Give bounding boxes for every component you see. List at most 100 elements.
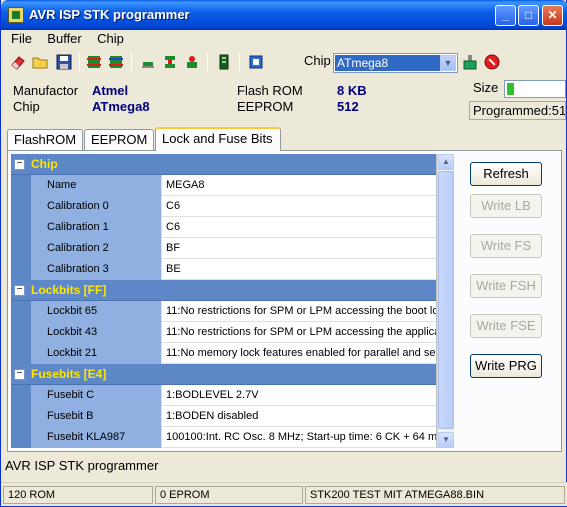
title-bar[interactable]: AVR ISP STK programmer _ □ ✕ — [1, 0, 567, 30]
status-bar: 120 ROM 0 EPROM STK200 TEST MIT ATMEGA88… — [1, 482, 567, 506]
status-file: STK200 TEST MIT ATMEGA88.BIN — [305, 486, 565, 504]
menu-chip[interactable]: Chip — [91, 30, 130, 48]
property-row[interactable]: Lockbit 65 11:No restrictions for SPM or… — [11, 301, 436, 322]
menu-bar: File Buffer Chip — [5, 30, 130, 48]
chip-read-icon[interactable] — [85, 53, 103, 71]
save-disk-icon[interactable] — [55, 53, 73, 71]
property-name: Fusebit C — [31, 385, 162, 406]
chip-write-icon[interactable] — [107, 53, 125, 71]
chip-select-value: ATmega8 — [335, 55, 440, 71]
toolbar-separator — [131, 53, 132, 71]
programmed-readout: Programmed:51 — [469, 101, 566, 120]
property-value[interactable]: BE — [163, 259, 436, 280]
chevron-down-icon[interactable]: ▼ — [440, 55, 456, 71]
tab-eeprom[interactable]: EEPROM — [84, 129, 154, 150]
property-value[interactable]: MEGA8 — [163, 175, 436, 196]
chip-erase-icon[interactable] — [183, 53, 201, 71]
status-message: AVR ISP STK programmer — [5, 458, 159, 473]
property-value[interactable]: 11:No restrictions for SPM or LPM access… — [163, 301, 436, 322]
toolbar-separator — [239, 53, 240, 71]
toolbar — [5, 52, 560, 74]
property-name: Calibration 3 — [31, 259, 162, 280]
toolbar-separator — [79, 53, 80, 71]
vertical-scrollbar[interactable]: ▲ ▼ — [437, 154, 454, 448]
property-value[interactable]: 1:BODLEVEL 2.7V — [163, 385, 436, 406]
eeprom-value: 512 — [337, 99, 359, 114]
chip-verify-icon[interactable] — [139, 53, 157, 71]
collapse-icon[interactable]: − — [14, 159, 25, 170]
chip-select[interactable]: ATmega8 ▼ — [333, 53, 458, 73]
usb-icon[interactable] — [461, 53, 479, 71]
app-icon — [8, 7, 24, 23]
property-value[interactable]: BF — [163, 238, 436, 259]
property-name: Lockbit 43 — [31, 322, 162, 343]
property-value[interactable]: 11:No memory lock features enabled for p… — [163, 343, 436, 364]
maximize-button[interactable]: □ — [518, 5, 539, 26]
scroll-up-icon[interactable]: ▲ — [438, 154, 454, 170]
status-eprom: 0 EPROM — [155, 486, 303, 504]
property-name: Lockbit 21 — [31, 343, 162, 364]
chip-label: Chip — [13, 99, 40, 114]
stop-icon[interactable] — [483, 53, 501, 71]
write-fse-button[interactable]: Write FSE — [470, 314, 542, 338]
menu-buffer[interactable]: Buffer — [41, 30, 87, 48]
property-name: Name — [31, 175, 162, 196]
category-chip[interactable]: − Chip — [11, 154, 436, 175]
menu-file[interactable]: File — [5, 30, 38, 48]
property-row[interactable]: Name MEGA8 — [11, 175, 436, 196]
refresh-button[interactable]: Refresh — [470, 162, 542, 186]
property-name: Lockbit 65 — [31, 301, 162, 322]
property-row[interactable]: Lockbit 21 11:No memory lock features en… — [11, 343, 436, 364]
manufactor-label: Manufactor — [13, 83, 79, 98]
eraser-icon[interactable] — [9, 53, 27, 71]
chip-blank-icon[interactable] — [161, 53, 179, 71]
flash-rom-value: 8 KB — [337, 83, 367, 98]
toolbar-separator — [207, 53, 208, 71]
property-name: Fusebit B — [31, 406, 162, 427]
property-value[interactable]: 100100:Int. RC Osc. 8 MHz; Start-up time… — [163, 427, 436, 448]
write-fsh-button[interactable]: Write FSH — [470, 274, 542, 298]
property-grid: − Chip Name MEGA8 Calibration 0 C6 Calib… — [11, 154, 437, 448]
open-folder-icon[interactable] — [31, 53, 49, 71]
property-value[interactable]: C6 — [163, 217, 436, 238]
category-lockbits[interactable]: − Lockbits [FF] — [11, 280, 436, 301]
tab-flashrom[interactable]: FlashROM — [7, 129, 83, 150]
scroll-thumb[interactable] — [438, 171, 454, 429]
property-row[interactable]: Fusebit C 1:BODLEVEL 2.7V — [11, 385, 436, 406]
property-row[interactable]: Calibration 1 C6 — [11, 217, 436, 238]
property-row[interactable]: Calibration 0 C6 — [11, 196, 436, 217]
close-button[interactable]: ✕ — [542, 5, 563, 26]
memory-icon[interactable] — [215, 53, 233, 71]
collapse-icon[interactable]: − — [14, 369, 25, 380]
scroll-down-icon[interactable]: ▼ — [438, 432, 454, 448]
write-lb-button[interactable]: Write LB — [470, 194, 542, 218]
window-title: AVR ISP STK programmer — [29, 7, 190, 22]
manufactor-value: Atmel — [92, 83, 129, 98]
category-title: Lockbits [FF] — [31, 283, 107, 297]
property-row[interactable]: Fusebit KLA987 100100:Int. RC Osc. 8 MHz… — [11, 427, 436, 448]
category-title: Fusebits [E4] — [31, 367, 107, 381]
size-progress-bar — [504, 80, 566, 98]
property-row[interactable]: Calibration 2 BF — [11, 238, 436, 259]
write-prg-button[interactable]: Write PRG — [470, 354, 542, 378]
tab-lock-and-fuse-bits[interactable]: Lock and Fuse Bits — [155, 127, 281, 151]
main-window: AVR ISP STK programmer _ □ ✕ File Buffer… — [0, 0, 567, 507]
config-icon[interactable] — [247, 53, 265, 71]
property-value[interactable]: 1:BODEN disabled — [163, 406, 436, 427]
property-name: Calibration 2 — [31, 238, 162, 259]
property-row[interactable]: Fusebit B 1:BODEN disabled — [11, 406, 436, 427]
property-row[interactable]: Calibration 3 BE — [11, 259, 436, 280]
flash-rom-label: Flash ROM — [237, 83, 303, 98]
chip-value: ATmega8 — [92, 99, 150, 114]
size-label: Size — [473, 80, 499, 95]
collapse-icon[interactable]: − — [14, 285, 25, 296]
property-value[interactable]: C6 — [163, 196, 436, 217]
progress-fill — [507, 83, 514, 95]
chip-select-label: Chip — [304, 53, 331, 68]
property-row[interactable]: Lockbit 43 11:No restrictions for SPM or… — [11, 322, 436, 343]
minimize-button[interactable]: _ — [495, 5, 516, 26]
eeprom-label: EEPROM — [237, 99, 294, 114]
category-fusebits[interactable]: − Fusebits [E4] — [11, 364, 436, 385]
property-value[interactable]: 11:No restrictions for SPM or LPM access… — [163, 322, 436, 343]
write-fs-button[interactable]: Write FS — [470, 234, 542, 258]
